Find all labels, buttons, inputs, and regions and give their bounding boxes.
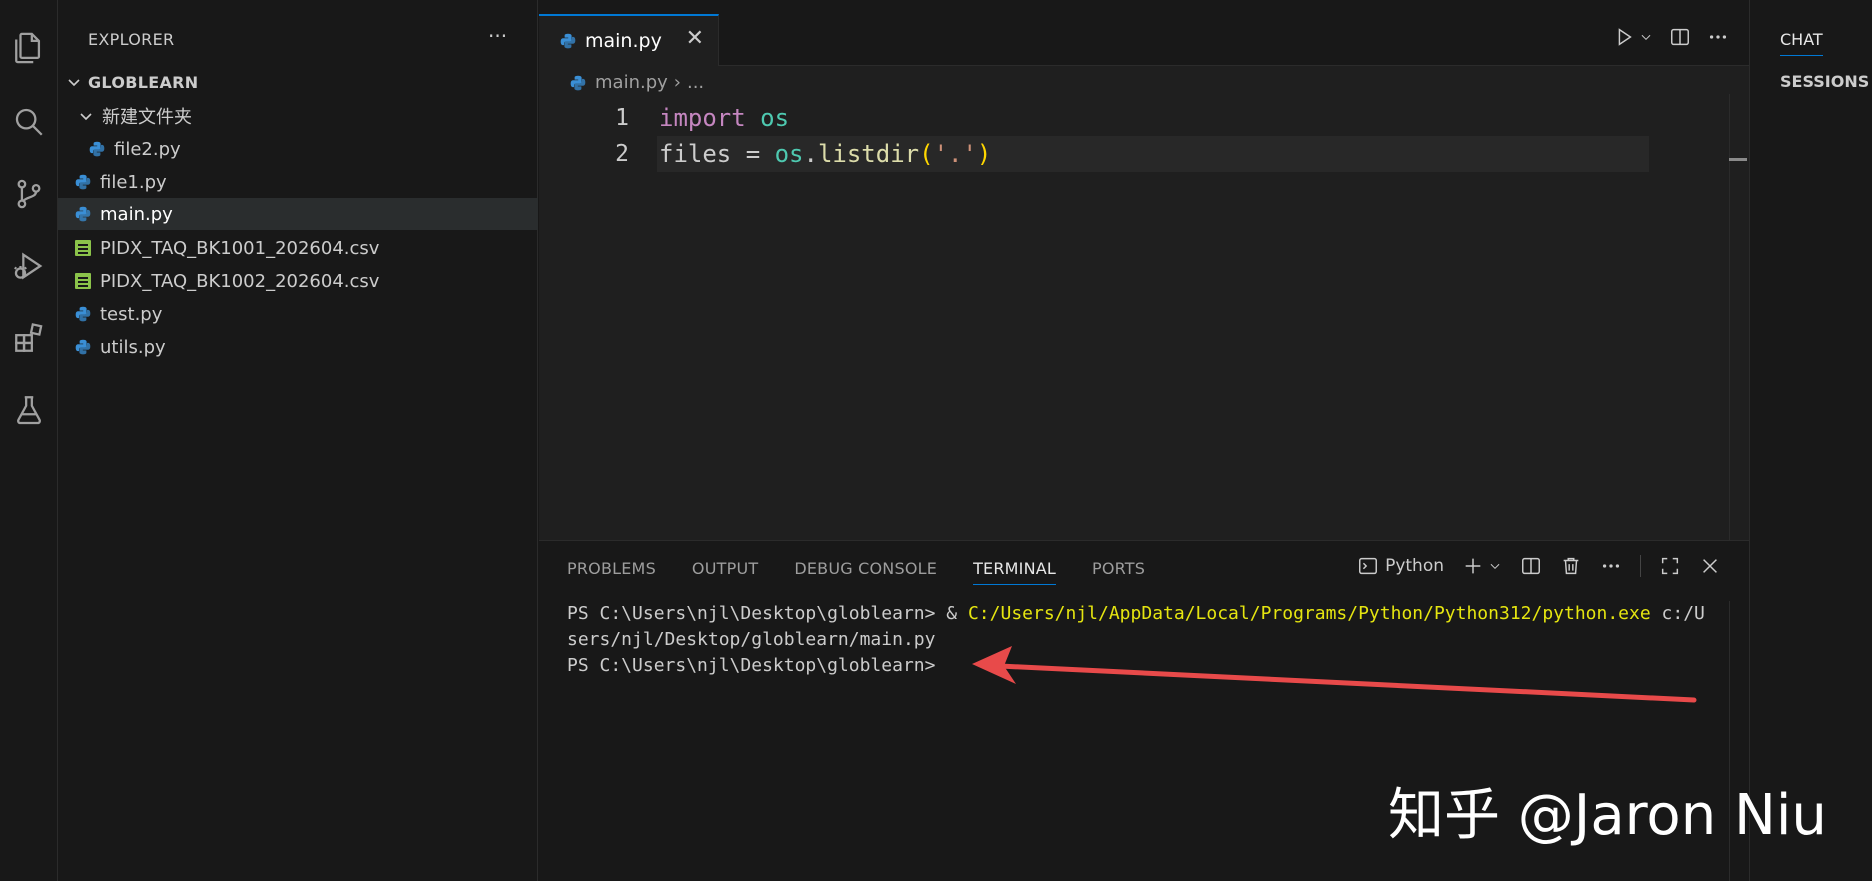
tree-item-folder[interactable]: 新建文件夹 <box>58 100 538 132</box>
tree-item-utils[interactable]: utils.py <box>58 331 538 363</box>
code-token: files = <box>659 140 775 168</box>
testing-icon[interactable] <box>0 380 58 440</box>
sessions-heading[interactable]: SESSIONS <box>1780 72 1869 91</box>
terminal-prompt: PS C:\Users\njl\Desktop\globlearn> & <box>567 603 968 624</box>
line-number: 2 <box>615 141 629 167</box>
tab-ports[interactable]: PORTS <box>1092 559 1145 585</box>
breadcrumb-symbol[interactable]: ... <box>687 72 704 93</box>
more-actions-icon[interactable]: ··· <box>488 24 507 48</box>
tab-label: main.py <box>585 30 662 52</box>
tree-item-label: main.py <box>100 203 173 225</box>
search-icon[interactable] <box>0 92 58 152</box>
activity-bar <box>0 0 58 881</box>
editor-scrollbar[interactable] <box>1729 94 1749 542</box>
source-control-icon[interactable] <box>0 164 58 224</box>
root-folder-label: GLOBLEARN <box>88 72 199 92</box>
code-token: ) <box>976 140 992 168</box>
chat-panel: CHAT SESSIONS <box>1749 0 1872 881</box>
tab-output[interactable]: OUTPUT <box>692 559 758 585</box>
terminal-line: sers/njl/Desktop/globlearn/main.py <box>567 629 936 650</box>
chevron-right-icon: › <box>673 72 681 93</box>
maximize-panel-icon[interactable] <box>1659 555 1681 577</box>
terminal-prompt: PS C:\Users\njl\Desktop\globlearn> <box>567 655 936 676</box>
code-token: ( <box>919 140 934 168</box>
files-icon[interactable] <box>0 18 58 78</box>
extensions-icon[interactable] <box>0 308 58 368</box>
tree-item-test[interactable]: test.py <box>58 298 538 330</box>
python-file-icon <box>75 339 91 355</box>
python-file-icon <box>75 306 91 322</box>
code-token: os <box>774 140 804 168</box>
tab-chat[interactable]: CHAT <box>1780 30 1823 56</box>
split-terminal-icon[interactable] <box>1520 555 1542 577</box>
code-line-2: 2 files = os.listdir('.') <box>539 136 1649 172</box>
tab-problems[interactable]: PROBLEMS <box>567 559 656 585</box>
tree-item-label: test.py <box>100 303 163 325</box>
chevron-down-icon[interactable] <box>1639 30 1653 44</box>
terminal-python-path: C:/Users/njl/AppData/Local/Programs/Pyth… <box>967 603 1651 624</box>
python-file-icon <box>89 141 105 157</box>
terminal-arg: c:/U <box>1650 603 1705 624</box>
close-tab-icon[interactable]: ✕ <box>686 26 704 51</box>
trash-icon[interactable] <box>1560 555 1582 577</box>
annotation-arrow <box>972 646 1697 703</box>
tree-item-csv-1001[interactable]: PIDX_TAQ_BK1001_202604.csv <box>58 232 538 264</box>
code-text: import os <box>659 100 789 136</box>
divider <box>1640 555 1641 577</box>
python-file-icon <box>570 75 586 90</box>
code-text: files = os.listdir('.') <box>659 136 991 172</box>
tab-debug-console[interactable]: DEBUG CONSOLE <box>794 559 937 585</box>
csv-file-icon <box>75 273 91 289</box>
run-debug-icon[interactable] <box>0 236 58 296</box>
code-token: listdir <box>817 140 920 168</box>
csv-file-icon <box>75 240 91 256</box>
chevron-down-icon <box>78 108 94 124</box>
code-token: import <box>659 104 746 132</box>
scrollbar-thumb[interactable] <box>1729 158 1747 161</box>
tree-item-label: utils.py <box>100 336 166 358</box>
more-actions-icon[interactable] <box>1600 555 1622 577</box>
python-file-icon <box>75 206 91 222</box>
more-actions-icon[interactable] <box>1707 26 1729 48</box>
panel-actions: Python <box>1357 555 1721 577</box>
tree-item-label: file2.py <box>114 138 181 160</box>
breadcrumb-file[interactable]: main.py <box>595 72 668 93</box>
terminal-shell-label[interactable]: Python <box>1385 556 1444 576</box>
tab-main-py[interactable]: main.py ✕ <box>539 14 719 66</box>
code-token: . <box>803 140 818 168</box>
run-icon[interactable] <box>1613 26 1635 48</box>
terminal-icon <box>1359 557 1378 575</box>
code-line-1: 1 import os <box>539 100 1649 136</box>
chevron-down-icon[interactable] <box>1488 559 1502 573</box>
editor-tab-bar: main.py ✕ <box>539 0 1749 66</box>
python-file-icon <box>560 33 576 49</box>
code-token: os <box>760 104 790 132</box>
close-panel-icon[interactable] <box>1699 555 1721 577</box>
breadcrumb: main.py › ... <box>569 72 704 93</box>
tree-item-file2[interactable]: file2.py <box>58 133 538 165</box>
chevron-down-icon <box>66 74 82 90</box>
explorer-sidebar: EXPLORER ··· GLOBLEARN 新建文件夹 file2.py fi… <box>58 0 538 881</box>
code-token: '.' <box>933 140 977 168</box>
new-terminal-icon[interactable] <box>1462 555 1484 577</box>
panel-tabs: PROBLEMS OUTPUT DEBUG CONSOLE TERMINAL P… <box>567 559 1145 585</box>
editor-actions <box>1613 26 1729 48</box>
tree-item-csv-1002[interactable]: PIDX_TAQ_BK1002_202604.csv <box>58 265 538 297</box>
tree-item-label: PIDX_TAQ_BK1001_202604.csv <box>100 237 380 259</box>
line-number: 1 <box>615 105 629 131</box>
split-editor-icon[interactable] <box>1669 26 1691 48</box>
watermark: 知乎 @Jaron Niu <box>1388 783 1827 848</box>
tab-terminal[interactable]: TERMINAL <box>973 559 1057 585</box>
tree-item-label: file1.py <box>100 171 167 193</box>
tree-item-label: PIDX_TAQ_BK1002_202604.csv <box>100 270 380 292</box>
tree-item-label: 新建文件夹 <box>102 107 192 128</box>
explorer-title: EXPLORER <box>88 30 175 49</box>
tree-item-main[interactable]: main.py <box>58 198 538 230</box>
root-folder-globlearn[interactable]: GLOBLEARN <box>58 66 538 98</box>
tree-item-file1[interactable]: file1.py <box>58 166 538 198</box>
code-editor[interactable]: main.py › ... 1 import os 2 files = os.l… <box>539 66 1749 542</box>
python-file-icon <box>75 174 91 190</box>
